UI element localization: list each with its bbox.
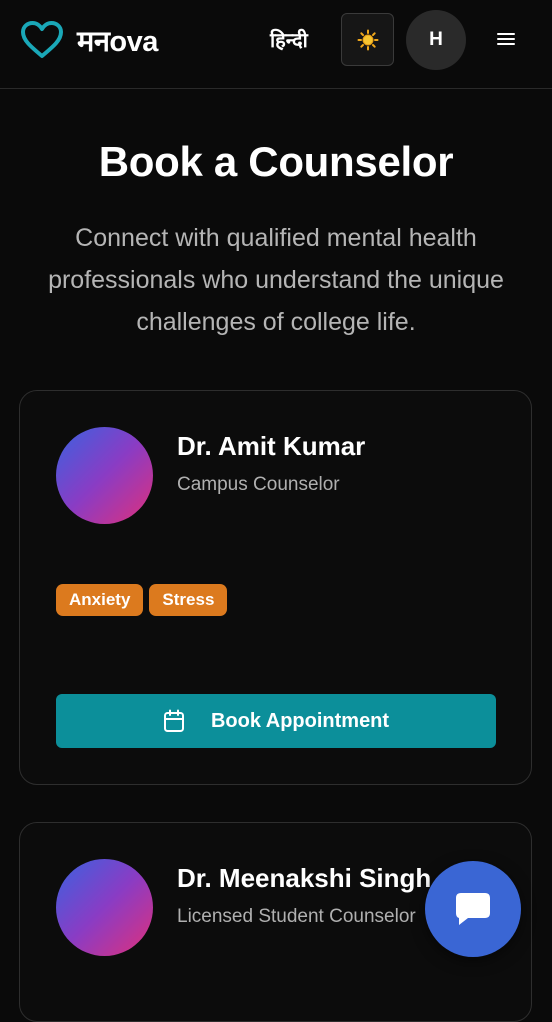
language-toggle[interactable]: हिन्दी (270, 26, 308, 53)
chat-bubble-icon (456, 893, 490, 925)
user-avatar-button[interactable]: H (406, 10, 466, 70)
book-appointment-button[interactable]: Book Appointment (56, 694, 496, 748)
counselor-role: Campus Counselor (177, 474, 340, 495)
tag-anxiety: Anxiety (56, 584, 144, 616)
counselor-avatar (56, 427, 153, 524)
counselor-role: Licensed Student Counselor (177, 906, 416, 927)
counselor-name: Dr. Meenakshi Singh (177, 863, 432, 893)
page-title: Book a Counselor (98, 138, 454, 185)
logo[interactable]: मनova (20, 20, 158, 60)
counselor-card: Dr. Amit Kumar Campus Counselor Anxiety … (19, 390, 532, 785)
hamburger-menu-icon[interactable] (494, 30, 518, 50)
logo-text: मनova (77, 25, 158, 58)
book-appointment-label: Book Appointment (210, 709, 390, 732)
sun-icon (357, 29, 378, 50)
counselor-avatar (56, 859, 153, 956)
heart-icon (21, 21, 63, 58)
specialty-tags: Anxiety Stress (56, 584, 228, 616)
counselor-name: Dr. Amit Kumar (177, 431, 366, 461)
chat-button[interactable] (425, 861, 521, 957)
app-header: मनova हिन्दी H (0, 0, 552, 89)
page-subtitle: Connect with qualified mental health pro… (48, 224, 504, 336)
tag-stress: Stress (149, 584, 228, 616)
calendar-icon (163, 709, 184, 732)
theme-toggle-button[interactable] (341, 13, 394, 66)
